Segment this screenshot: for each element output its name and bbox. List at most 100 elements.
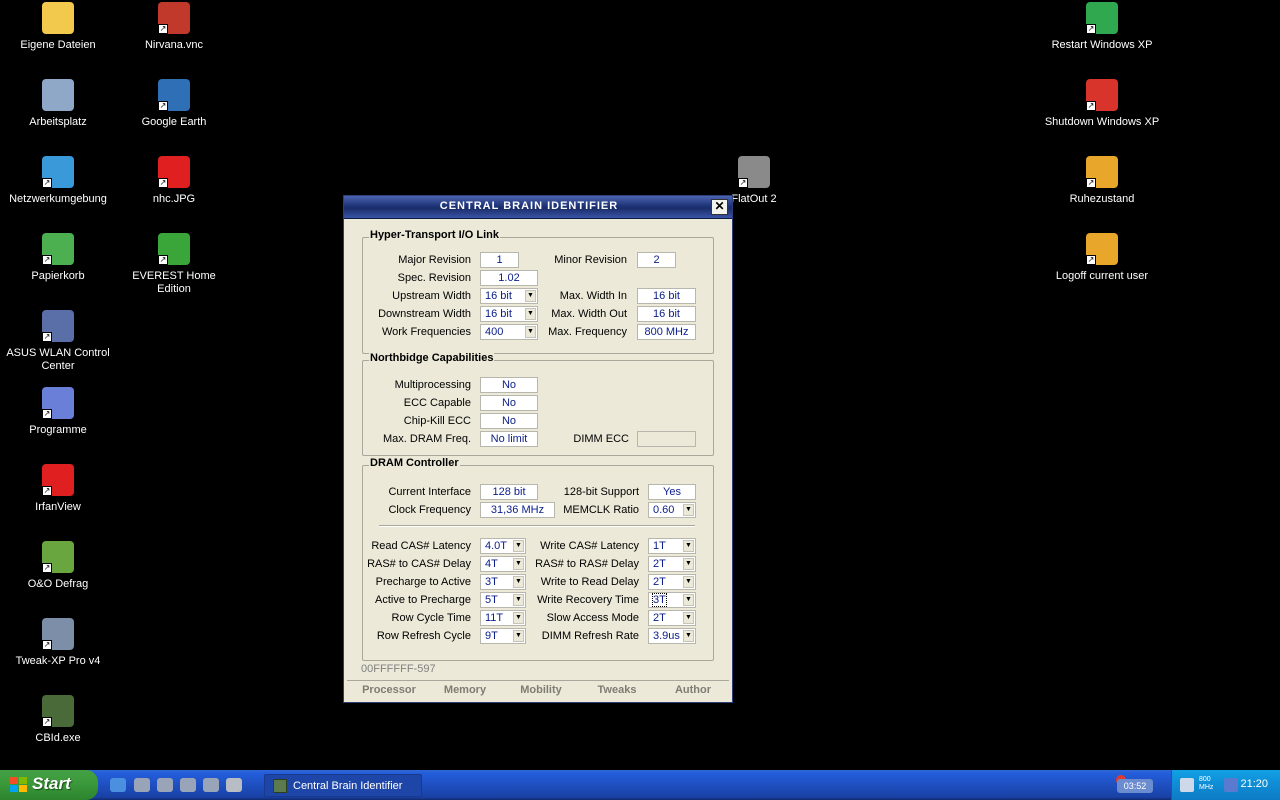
tray-time-badge[interactable]: 03:52 (1117, 779, 1153, 793)
desktop-icon[interactable]: Eigene Dateien (0, 2, 116, 52)
shortcut-arrow-icon: ↗ (1086, 255, 1096, 265)
dimm-refresh-label: DIMM Refresh Rate (541, 630, 639, 642)
recycle-bin-icon: ↗ (42, 233, 74, 265)
upstream-width-select[interactable]: 16 bit ▼ (480, 288, 538, 304)
write-to-read-select[interactable]: 2T ▼ (648, 574, 696, 590)
downstream-width-label: Downstream Width (378, 308, 471, 320)
desktop-icon[interactable]: ↗ Papierkorb (0, 233, 116, 283)
write-recovery-select[interactable]: 3T ▼ (648, 592, 696, 608)
hibernate-icon: ↗ (1086, 156, 1118, 188)
ras-to-ras-select[interactable]: 2T ▼ (648, 556, 696, 572)
chevron-down-icon[interactable]: ▼ (513, 594, 524, 606)
max-frequency-label: Max. Frequency (548, 326, 627, 338)
desktop-icon-label: Programme (29, 424, 87, 436)
desktop-icon[interactable]: ↗ Nirvana.vnc (116, 2, 232, 52)
chevron-down-icon[interactable]: ▼ (513, 630, 524, 642)
row-cycle-select[interactable]: 11T ▼ (480, 610, 526, 626)
upstream-width-label: Upstream Width (392, 290, 471, 302)
desktop-icon[interactable]: Arbeitsplatz (0, 79, 116, 129)
tab-mobility[interactable]: Mobility (503, 684, 579, 696)
tab-author[interactable]: Author (655, 684, 731, 696)
desktop-icon[interactable]: ↗ O&O Defrag (0, 541, 116, 591)
active-to-precharge-select[interactable]: 5T ▼ (480, 592, 526, 608)
chevron-down-icon[interactable]: ▼ (513, 576, 524, 588)
desktop-icon-label: IrfanView (35, 501, 81, 513)
system-tray: 800 MHz 21:20 (1171, 770, 1280, 800)
desktop-icon-label: Google Earth (141, 116, 207, 128)
max-dram-freq-value: No limit (480, 431, 538, 447)
desktop-icon[interactable]: ↗ Restart Windows XP (1044, 2, 1160, 52)
read-cas-select[interactable]: 4.0T ▼ (480, 538, 526, 554)
drive-quicklaunch-icon[interactable] (157, 778, 173, 792)
shortcut-arrow-icon: ↗ (42, 255, 52, 265)
title-bar[interactable]: CENTRAL BRAIN IDENTIFIER ✕ (344, 196, 732, 219)
desktop-icon-label: Shutdown Windows XP (1044, 116, 1160, 128)
desktop-icon[interactable]: ↗ Google Earth (116, 79, 232, 129)
taskbar-button-cbid[interactable]: Central Brain Identifier (264, 774, 422, 797)
close-button[interactable]: ✕ (711, 199, 728, 215)
multiprocessing-value: No (480, 377, 538, 393)
desktop-icon[interactable]: ↗ CBId.exe (0, 695, 116, 745)
support-128bit-label: 128-bit Support (563, 486, 639, 498)
desktop-icon[interactable]: ↗ Programme (0, 387, 116, 437)
desktop-icon[interactable]: ↗ Logoff current user (1044, 233, 1160, 283)
desktop-icon[interactable]: ↗ EVEREST Home Edition (116, 233, 232, 296)
chevron-down-icon[interactable]: ▼ (683, 504, 694, 516)
row-refresh-label: Row Refresh Cycle (376, 630, 471, 642)
chevron-down-icon[interactable]: ▼ (683, 630, 694, 642)
everest-info-icon: ↗ (158, 233, 190, 265)
drive-quicklaunch-icon[interactable] (180, 778, 196, 792)
shortcut-arrow-icon: ↗ (738, 178, 748, 188)
ie-quicklaunch-icon[interactable] (110, 778, 126, 792)
shortcut-arrow-icon: ↗ (1086, 178, 1096, 188)
desktop-icon[interactable]: ↗ Netzwerkumgebung (0, 156, 116, 206)
slow-access-label: Slow Access Mode (546, 612, 639, 624)
speaker-icon[interactable] (1180, 778, 1194, 792)
downstream-width-select[interactable]: 16 bit ▼ (480, 306, 538, 322)
row-refresh-select[interactable]: 9T ▼ (480, 628, 526, 644)
chevron-down-icon[interactable]: ▼ (683, 594, 694, 606)
desktop-icon[interactable]: ↗ ASUS WLAN Control Center (0, 310, 116, 373)
desktop-icon[interactable]: ↗ Tweak-XP Pro v4 (0, 618, 116, 668)
memclk-ratio-select[interactable]: 0.60 ▼ (648, 502, 696, 518)
shortcut-arrow-icon: ↗ (1086, 101, 1096, 111)
shortcut-arrow-icon: ↗ (42, 486, 52, 496)
chevron-down-icon[interactable]: ▼ (683, 576, 694, 588)
desktop-icon[interactable]: ↗ Shutdown Windows XP (1044, 79, 1160, 129)
chevron-down-icon[interactable]: ▼ (513, 612, 524, 624)
chevron-down-icon[interactable]: ▼ (513, 540, 524, 552)
write-cas-select[interactable]: 1T ▼ (648, 538, 696, 554)
tab-memory[interactable]: Memory (427, 684, 503, 696)
shortcut-arrow-icon: ↗ (42, 640, 52, 650)
desktop-icon[interactable]: ↗ nhc.JPG (116, 156, 232, 206)
shortcut-arrow-icon: ↗ (42, 563, 52, 573)
ras-to-cas-select[interactable]: 4T ▼ (480, 556, 526, 572)
wizard-quicklaunch-icon[interactable] (226, 778, 242, 792)
precharge-to-active-select[interactable]: 3T ▼ (480, 574, 526, 590)
work-frequencies-select[interactable]: 400 ▼ (480, 324, 538, 340)
chevron-down-icon[interactable]: ▼ (513, 558, 524, 570)
drive-quicklaunch-icon[interactable] (134, 778, 150, 792)
logoff-icon: ↗ (1086, 233, 1118, 265)
tab-processor[interactable]: Processor (351, 684, 427, 696)
max-width-out-label: Max. Width Out (551, 308, 627, 320)
dimm-refresh-select[interactable]: 3.9us ▼ (648, 628, 696, 644)
my-computer-icon (42, 79, 74, 111)
desktop-icon-label: ASUS WLAN Control Center (6, 347, 110, 372)
desktop-icon[interactable]: ↗ Ruhezustand (1044, 156, 1160, 206)
network-icon: ↗ (42, 156, 74, 188)
wlan-tray-icon[interactable] (1224, 778, 1238, 792)
start-button[interactable]: Start (0, 770, 98, 800)
desktop-icon-label: nhc.JPG (152, 193, 196, 205)
chevron-down-icon[interactable]: ▼ (683, 612, 694, 624)
slow-access-select[interactable]: 2T ▼ (648, 610, 696, 626)
drive-quicklaunch-icon[interactable] (203, 778, 219, 792)
vnc-icon: ↗ (158, 2, 190, 34)
desktop-icon[interactable]: ↗ IrfanView (0, 464, 116, 514)
windows-flag-icon (10, 777, 27, 793)
ras-to-ras-label: RAS# to RAS# Delay (535, 558, 639, 570)
chevron-down-icon[interactable]: ▼ (683, 558, 694, 570)
tab-tweaks[interactable]: Tweaks (579, 684, 655, 696)
chevron-down-icon[interactable]: ▼ (683, 540, 694, 552)
shortcut-arrow-icon: ↗ (158, 178, 168, 188)
